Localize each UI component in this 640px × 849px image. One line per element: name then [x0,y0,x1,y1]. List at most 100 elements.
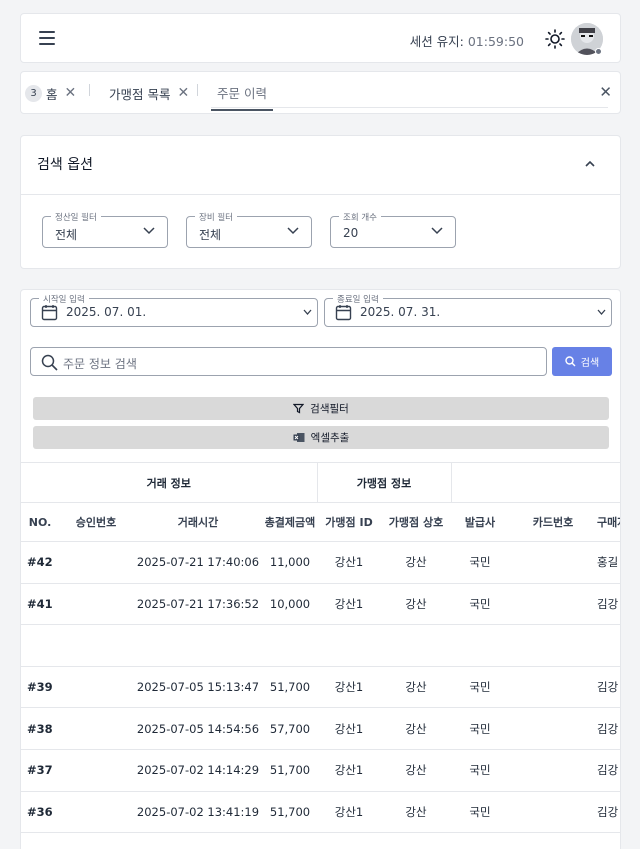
table-cell-mid: 강산1 [317,541,381,584]
table-cell-buyer: 김강 [597,707,620,750]
hamburger-menu-icon[interactable] [39,31,55,45]
table-cell-card [509,749,597,792]
table-cell-card [509,583,597,626]
table-cell-mid: 강산1 [317,666,381,709]
search-filter-button[interactable]: 검색필터 [33,397,609,420]
session-timer: 세션 유지: 01:59:50 [410,31,524,50]
table-cell-buyer: 홍길 [597,541,620,584]
table-cell-buyer: 김강 [597,666,620,709]
settlement-date-filter[interactable]: 정산일 필터 전체 [42,211,168,248]
divider [21,194,620,195]
table-cell-mname [381,624,451,667]
end-date-input[interactable]: 종료일 입력 2025. 07. 31. [324,293,612,327]
table-cell-amount: 10,000 [263,583,317,626]
filter-icon [293,403,305,414]
column-header[interactable]: 가맹점 상호 [381,502,451,542]
table-cell-approval [59,541,133,584]
table-cell-card [509,791,597,834]
tab-merchant-list[interactable]: 가맹점 목록 ✕ [109,72,189,114]
order-search-input[interactable]: 주문 정보 검색 [30,347,547,376]
column-header[interactable]: 가맹점 ID [317,502,381,542]
table-cell-card [509,707,597,750]
table-cell-amount: 11,000 [263,541,317,584]
column-header[interactable]: 발급사 [451,502,509,542]
chevron-down-icon [143,227,155,235]
sun-icon[interactable] [545,29,565,49]
chevron-up-icon[interactable] [584,158,596,170]
table-cell-mid: 강산1 [317,707,381,750]
table-row[interactable]: #38 2025-07-05 14:54:56 57,700 강산1 강산 국민 김강 [21,707,620,750]
table-cell-card [509,624,597,667]
tab-order-history-label: 주문 이력 [217,85,267,101]
column-header[interactable]: 카드번호 [509,502,597,542]
order-history-panel: 시작일 입력 2025. 07. 01. 종료일 입력 2025. 07. 31… [20,289,621,849]
column-header[interactable]: 거래시간 [133,502,263,542]
table-cell-card [509,666,597,709]
chevron-down-icon [303,309,312,315]
table-cell-mid: 강산1 [317,791,381,834]
column-header[interactable]: 총결제금액 [263,502,317,542]
session-label: 세션 유지: [409,34,464,49]
table-cell-buyer [597,624,620,667]
column-header[interactable]: 구매자 [597,502,620,542]
excel-export-button[interactable]: 엑셀추출 [33,426,609,449]
chevron-down-icon [287,227,299,235]
table-cell-approval [59,791,133,834]
table-cell-time: 2025-07-05 15:13:47 [133,666,263,709]
column-header[interactable]: 승인번호 [59,502,133,542]
table-cell-no: #42 [21,541,59,584]
table-cell-time [133,624,263,667]
end-date-value: 2025. 07. 31. [360,305,441,319]
table-cell-approval [59,707,133,750]
table-cell-buyer: 김강 [597,791,620,834]
table-cell-no: #38 [21,707,59,750]
start-date-value: 2025. 07. 01. [66,305,147,319]
table-cell-mname: 강산 [381,583,451,626]
table-row[interactable]: #41 2025-07-21 17:36:52 10,000 강산1 강산 국민 김강 [21,583,620,626]
search-filter-label: 검색필터 [310,403,349,415]
table-row[interactable]: #36 2025-07-02 13:41:19 51,700 강산1 강산 국민 김강 [21,791,620,834]
search-options-title: 검색 옵션 [37,157,93,173]
table-cell-no: #39 [21,666,59,709]
table-cell-no: #37 [21,749,59,792]
table-cell-time: 2025-07-02 14:14:29 [133,749,263,792]
calendar-icon [335,305,352,321]
filter-value: 20 [343,226,359,240]
table-cell-mid: 강산1 [317,583,381,626]
close-icon[interactable]: ✕ [65,85,77,101]
table-row[interactable] [21,624,620,667]
search-button-label: 검색 [580,358,600,369]
column-header[interactable]: NO. [21,502,59,542]
table-cell-buyer: 김강 [597,583,620,626]
calendar-icon [41,305,58,321]
table-cell-time: 2025-07-21 17:36:52 [133,583,263,626]
device-filter[interactable]: 장비 필터 전체 [186,211,312,248]
table-cell-mname: 강산 [381,791,451,834]
excel-icon [293,433,305,442]
tab-merchant-list-label: 가맹점 목록 [109,86,171,102]
page-size-filter[interactable]: 조회 개수 20 [330,211,456,248]
table-cell-no: #41 [21,583,59,626]
search-button[interactable]: 검색 [552,347,612,376]
start-date-input[interactable]: 시작일 입력 2025. 07. 01. [30,293,318,327]
table-cell-approval [59,624,133,667]
app-header: 세션 유지: 01:59:50 [20,13,621,63]
group-header-transaction: 거래 정보 [21,462,318,503]
tab-order-history[interactable]: 주문 이력 [211,75,273,111]
close-icon[interactable]: ✕ [177,85,189,101]
table-cell-mid: 강산1 [317,749,381,792]
table-cell-time: 2025-07-21 17:40:06 [133,541,263,584]
order-table: 거래 정보 가맹점 정보 NO. 승인번호 거래시간 총결제금액 가맹점 ID … [21,462,620,834]
status-dot [595,48,602,55]
table-cell-approval [59,583,133,626]
table-row[interactable]: #42 2025-07-21 17:40:06 11,000 강산1 강산 국민 홍길 [21,541,620,584]
table-cell-issuer [451,624,509,667]
filter-value: 전체 [55,228,78,242]
filter-label: 조회 개수 [339,211,381,223]
table-row[interactable]: #37 2025-07-02 14:14:29 51,700 강산1 강산 국민 김강 [21,749,620,792]
table-cell-approval [59,666,133,709]
tab-home[interactable]: 3 홈 ✕ [25,72,76,114]
table-cell-mname: 강산 [381,707,451,750]
table-row[interactable]: #39 2025-07-05 15:13:47 51,700 강산1 강산 국민 김강 [21,666,620,709]
close-all-tabs-icon[interactable]: ✕ [599,83,612,101]
